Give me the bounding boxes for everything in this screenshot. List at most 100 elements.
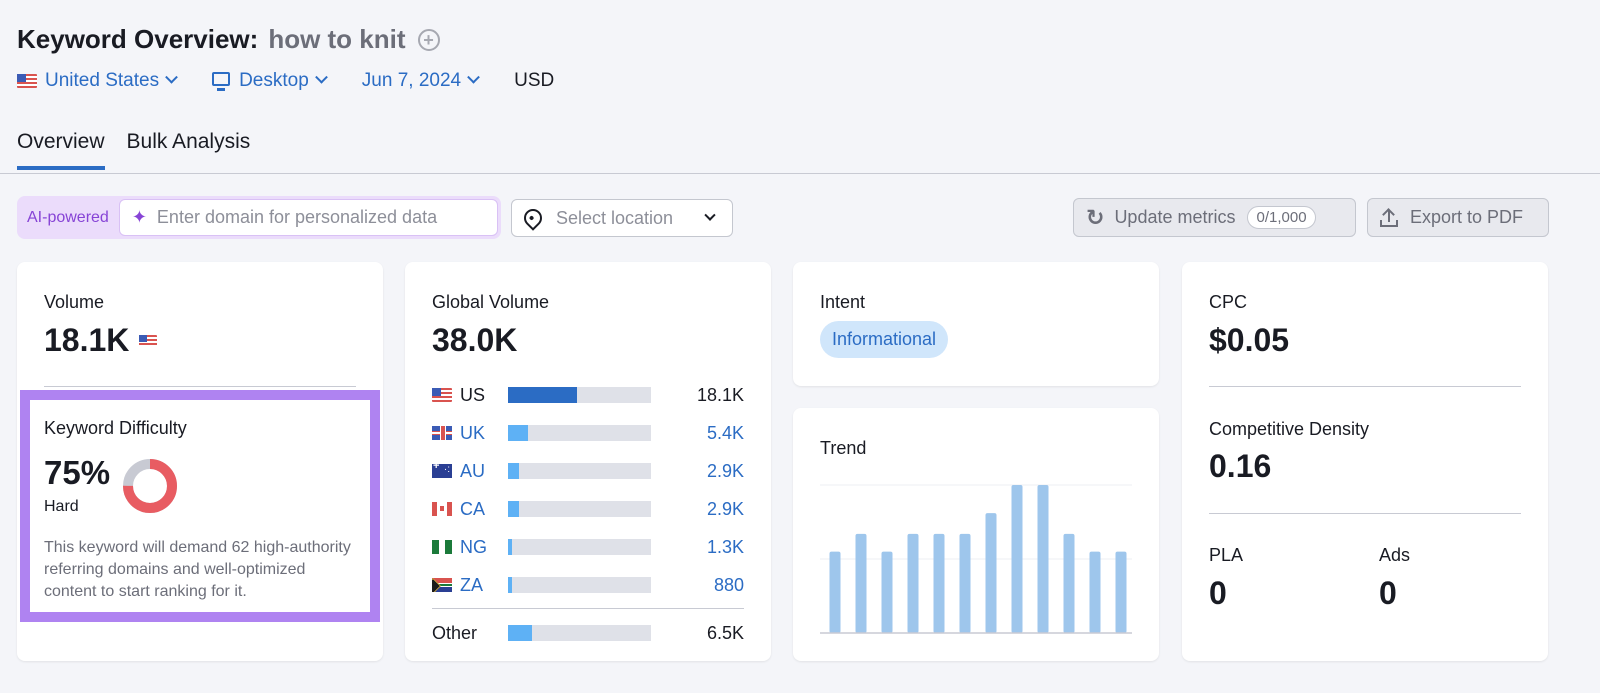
competitive-density-label: Competitive Density xyxy=(1209,419,1370,439)
cpc-value: $0.05 xyxy=(1209,322,1290,358)
intent-card: Intent Informational xyxy=(793,262,1159,386)
volume-bar-track xyxy=(508,539,651,555)
country-row-ng[interactable]: NG 1.3K xyxy=(432,528,744,566)
trend-chart xyxy=(820,484,1132,634)
country-row-au[interactable]: AU 2.9K xyxy=(432,452,744,490)
country-volume[interactable]: 2.9K xyxy=(707,499,744,520)
trend-bar[interactable] xyxy=(1063,533,1075,633)
volume-bar-fill xyxy=(508,463,520,479)
keyword-text: how to knit xyxy=(268,24,406,54)
country-code[interactable]: CA xyxy=(460,499,485,520)
cpc-label: CPC xyxy=(1209,292,1248,312)
competitive-density-value: 0.16 xyxy=(1209,448,1272,484)
volume-card: Volume 18.1K Keyword Difficulty 75% Hard… xyxy=(17,262,383,661)
global-volume-value: 38.0K xyxy=(432,322,518,358)
volume-bar-fill xyxy=(508,577,512,593)
kd-level: Hard xyxy=(44,498,79,515)
trend-bar[interactable] xyxy=(829,551,841,633)
pla-label: PLA xyxy=(1209,545,1244,565)
country-row-us: US 18.1K xyxy=(432,376,744,414)
other-volume: 6.5K xyxy=(706,622,744,643)
intent-label: Intent xyxy=(820,292,866,312)
global-volume-label: Global Volume xyxy=(432,292,550,312)
export-label: Export to PDF xyxy=(1410,207,1524,227)
chevron-down-icon xyxy=(165,70,178,84)
volume-bar-fill xyxy=(508,387,577,403)
export-icon xyxy=(1380,209,1398,227)
location-pin-icon xyxy=(520,205,546,231)
other-label: Other xyxy=(432,622,478,643)
country-volume[interactable]: 880 xyxy=(714,575,744,596)
country-volume[interactable]: 5.4K xyxy=(707,423,744,444)
location-placeholder: Select location xyxy=(556,207,674,228)
country-code[interactable]: ZA xyxy=(460,575,483,596)
tab-bar: Overview Bulk Analysis xyxy=(17,130,272,170)
trend-bar[interactable] xyxy=(1089,551,1101,633)
trend-bar[interactable] xyxy=(959,533,971,633)
country-dropdown[interactable]: United States xyxy=(17,70,178,92)
keyword-difficulty-section: Keyword Difficulty 75% Hard This keyword… xyxy=(20,390,380,622)
tabs-divider xyxy=(0,173,1600,174)
us-flag-icon xyxy=(17,74,37,88)
domain-input[interactable]: ✦ Enter domain for personalized data xyxy=(118,199,498,236)
divider xyxy=(432,608,744,609)
trend-bar[interactable] xyxy=(985,513,997,633)
volume-bar-track xyxy=(508,463,651,479)
country-code: US xyxy=(460,384,486,405)
chevron-down-icon xyxy=(704,209,716,221)
trend-bar[interactable] xyxy=(907,533,919,633)
date-dropdown[interactable]: Jun 7, 2024 xyxy=(361,70,480,92)
country-row-ca[interactable]: CA 2.9K xyxy=(432,490,744,528)
device-dropdown[interactable]: Desktop xyxy=(212,70,328,92)
refresh-icon: ↻ xyxy=(1086,204,1105,230)
update-metrics-button[interactable]: ↻ Update metrics 0/1,000 xyxy=(1073,198,1356,237)
plus-circle-icon[interactable]: + xyxy=(417,28,440,51)
volume-value-row: 18.1K xyxy=(44,322,165,359)
trend-bar[interactable] xyxy=(933,533,945,633)
ca-flag-icon xyxy=(432,502,452,516)
export-pdf-button[interactable]: Export to PDF xyxy=(1367,198,1549,237)
volume-bar-track xyxy=(508,577,651,593)
ads-label: Ads xyxy=(1379,545,1411,565)
trend-card: Trend xyxy=(793,408,1159,661)
uk-flag-icon xyxy=(432,426,452,440)
country-row-za[interactable]: ZA 880 xyxy=(432,566,744,604)
country-code[interactable]: UK xyxy=(460,423,485,444)
country-code[interactable]: NG xyxy=(460,537,487,558)
tab-bulk-analysis[interactable]: Bulk Analysis xyxy=(127,130,251,170)
country-row-uk[interactable]: UK 5.4K xyxy=(432,414,744,452)
desktop-icon xyxy=(212,72,231,91)
kd-value: 75% xyxy=(44,454,111,491)
page-title: Keyword Overview: how to knit + xyxy=(17,24,440,55)
trend-bar[interactable] xyxy=(1037,485,1049,633)
chevron-down-icon xyxy=(467,70,480,84)
volume-bar-fill xyxy=(508,501,520,517)
chevron-down-icon xyxy=(314,70,328,84)
tab-overview[interactable]: Overview xyxy=(17,130,105,170)
us-flag-icon xyxy=(432,388,452,402)
location-select[interactable]: Select location xyxy=(511,199,733,237)
country-volume-list: US 18.1K UK 5.4K AU 2.9K CA 2.9K NG 1.3K… xyxy=(432,376,744,652)
ai-domain-box: AI-powered ✦ Enter domain for personaliz… xyxy=(17,196,501,239)
date-label: Jun 7, 2024 xyxy=(361,70,462,91)
trend-bar[interactable] xyxy=(1115,551,1127,633)
country-code[interactable]: AU xyxy=(460,461,485,482)
trend-bar[interactable] xyxy=(1011,485,1023,633)
volume-value: 18.1K xyxy=(44,322,130,358)
page-title-label: Keyword Overview: xyxy=(17,24,259,54)
country-volume[interactable]: 1.3K xyxy=(707,537,744,558)
domain-placeholder: Enter domain for personalized data xyxy=(156,207,438,227)
trend-bar[interactable] xyxy=(881,551,893,633)
trend-bar[interactable] xyxy=(855,533,867,633)
global-volume-card: Global Volume 38.0K US 18.1K UK 5.4K AU … xyxy=(405,262,771,661)
intent-badge: Informational xyxy=(820,321,949,358)
volume-bar-fill xyxy=(508,425,529,441)
ads-value: 0 xyxy=(1379,575,1397,611)
volume-label: Volume xyxy=(44,292,105,312)
ng-flag-icon xyxy=(432,540,452,554)
country-volume[interactable]: 2.9K xyxy=(707,461,744,482)
divider xyxy=(1209,513,1521,514)
kd-label: Keyword Difficulty xyxy=(44,418,187,438)
volume-bar-fill xyxy=(508,625,533,641)
filter-bar: United States Desktop Jun 7, 2024 USD xyxy=(17,70,554,92)
